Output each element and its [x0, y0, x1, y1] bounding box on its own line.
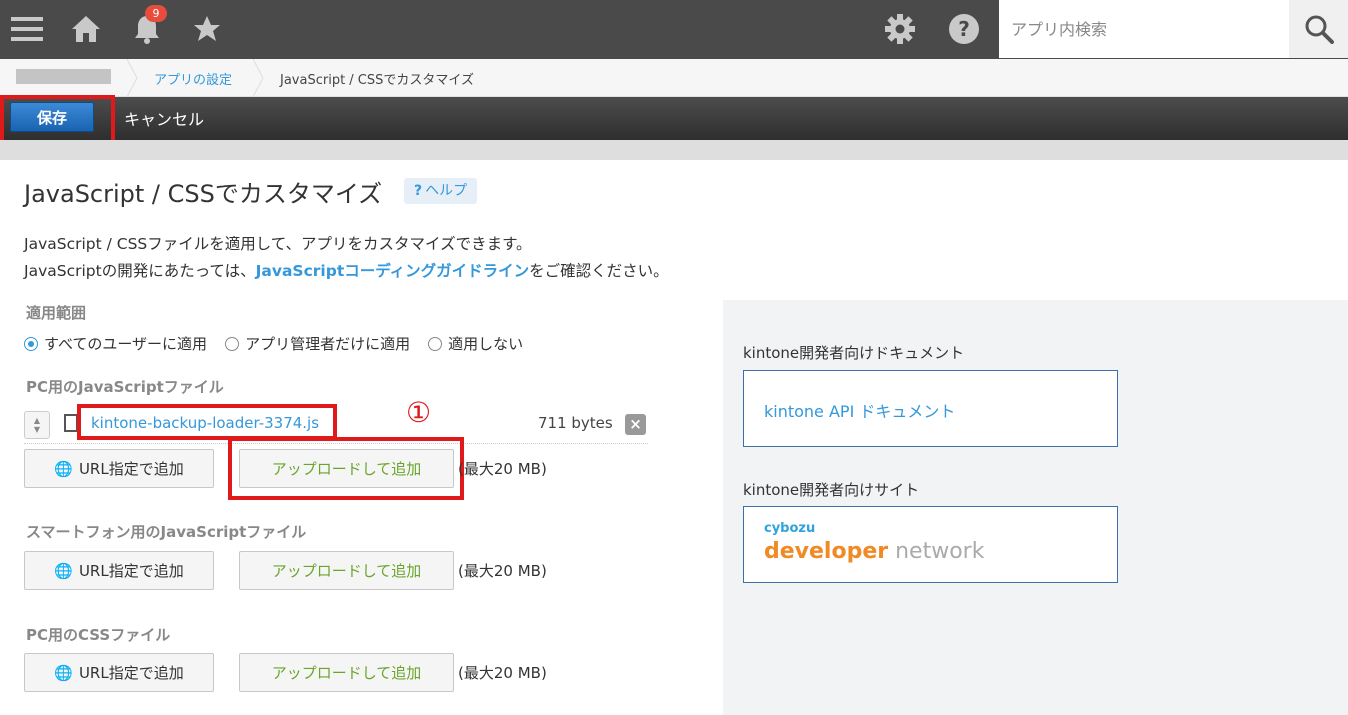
api-docs-card[interactable]: kintone API ドキュメント — [743, 370, 1118, 447]
radio-button[interactable] — [428, 336, 443, 351]
chevron-right-icon — [126, 59, 138, 97]
radio-button-selected[interactable] — [24, 336, 38, 351]
max-size-note: (最大20 MB) — [458, 562, 547, 580]
radio-label: 適用しない — [448, 335, 524, 353]
question-icon: ? — [414, 183, 423, 199]
mobile-js-section-label: スマートフォン用のJavaScriptファイル — [26, 523, 307, 541]
cybozu-logo-text: cybozu — [764, 521, 816, 536]
file-icon — [64, 414, 78, 432]
upload-add-button[interactable]: アップロードして追加 — [239, 653, 454, 692]
app-search-input[interactable] — [999, 0, 1289, 58]
pc-css-section-label: PC用のCSSファイル — [26, 626, 171, 644]
radio-button[interactable] — [225, 336, 240, 351]
search-icon — [1305, 15, 1334, 44]
notification-badge: 9 — [145, 5, 167, 22]
add-by-url-button[interactable]: 🌐 URL指定で追加 — [24, 551, 214, 590]
top-navigation-bar: 9 ? — [0, 0, 1348, 59]
gear-icon[interactable] — [880, 9, 920, 49]
scope-admins-only[interactable]: アプリ管理者だけに適用 — [225, 333, 410, 354]
page-title: JavaScript / CSSでカスタマイズ — [24, 180, 383, 208]
gray-separator — [0, 140, 1348, 160]
max-size-note: (最大20 MB) — [458, 460, 547, 478]
svg-text:?: ? — [958, 17, 970, 41]
delete-file-icon[interactable]: × — [625, 414, 646, 435]
coding-guideline-link[interactable]: JavaScriptコーディングガイドライン — [256, 262, 530, 280]
breadcrumb: アプリの設定 JavaScript / CSSでカスタマイズ — [0, 59, 1348, 97]
add-by-url-button[interactable]: 🌐 URL指定で追加 — [24, 449, 214, 488]
globe-icon: 🌐 — [54, 561, 73, 580]
menu-icon[interactable] — [7, 9, 47, 49]
description-prefix: JavaScriptの開発にあたっては、 — [24, 262, 256, 280]
description-line-1: JavaScript / CSSファイルを適用して、アプリをカスタマイズできます… — [24, 235, 532, 253]
radio-label: アプリ管理者だけに適用 — [245, 335, 411, 353]
scope-none[interactable]: 適用しない — [428, 333, 523, 354]
developer-word: developer — [764, 539, 889, 564]
sort-up-icon: ▲ — [33, 416, 41, 425]
help-label: ヘルプ — [425, 183, 468, 199]
highlight-file-box — [77, 404, 337, 440]
help-icon[interactable]: ? — [944, 9, 984, 49]
star-icon[interactable] — [187, 9, 227, 49]
upload-add-button[interactable]: アップロードして追加 — [239, 551, 454, 590]
globe-icon: 🌐 — [54, 663, 73, 682]
add-by-url-button[interactable]: 🌐 URL指定で追加 — [24, 653, 214, 692]
reorder-handle[interactable]: ▲ ▼ — [24, 411, 50, 439]
breadcrumb-app-name-masked[interactable] — [16, 69, 111, 84]
description-suffix: をご確認ください。 — [529, 262, 669, 280]
search-button[interactable] — [1289, 0, 1348, 58]
button-label: URL指定で追加 — [78, 562, 184, 580]
network-word: network — [888, 539, 985, 564]
sort-down-icon: ▼ — [33, 425, 41, 434]
cancel-button[interactable]: キャンセル — [124, 106, 204, 130]
action-bar: 保存 キャンセル — [0, 97, 1348, 140]
radio-label: すべてのユーザーに適用 — [44, 335, 208, 353]
breadcrumb-current: JavaScript / CSSでカスタマイズ — [280, 73, 475, 88]
chevron-right-icon — [252, 59, 264, 97]
api-docs-link[interactable]: kintone API ドキュメント — [764, 398, 955, 422]
developer-network-logo: developer network — [764, 539, 984, 564]
site-label: kintone開発者向けサイト — [743, 481, 920, 499]
button-label: URL指定で追加 — [78, 460, 184, 478]
scope-label: 適用範囲 — [26, 304, 87, 322]
help-link[interactable]: ? ヘルプ — [404, 178, 478, 204]
scope-radio-group: すべてのユーザーに適用 アプリ管理者だけに適用 適用しない — [24, 333, 523, 354]
pc-js-section-label: PC用のJavaScriptファイル — [26, 378, 224, 396]
developer-network-card[interactable]: cybozu developer network — [743, 506, 1118, 583]
home-icon[interactable] — [66, 9, 106, 49]
button-label: URL指定で追加 — [78, 664, 184, 682]
breadcrumb-app-settings[interactable]: アプリの設定 — [154, 69, 232, 88]
scope-all-users[interactable]: すべてのユーザーに適用 — [24, 333, 207, 354]
description-line-2: JavaScriptの開発にあたっては、JavaScriptコーディングガイドラ… — [24, 259, 669, 281]
step-marker-1: ① — [406, 396, 432, 429]
file-size: 711 bytes — [538, 414, 613, 432]
globe-icon: 🌐 — [54, 459, 73, 478]
docs-label: kintone開発者向けドキュメント — [743, 344, 965, 362]
highlight-upload-box — [228, 437, 464, 500]
max-size-note: (最大20 MB) — [458, 664, 547, 682]
